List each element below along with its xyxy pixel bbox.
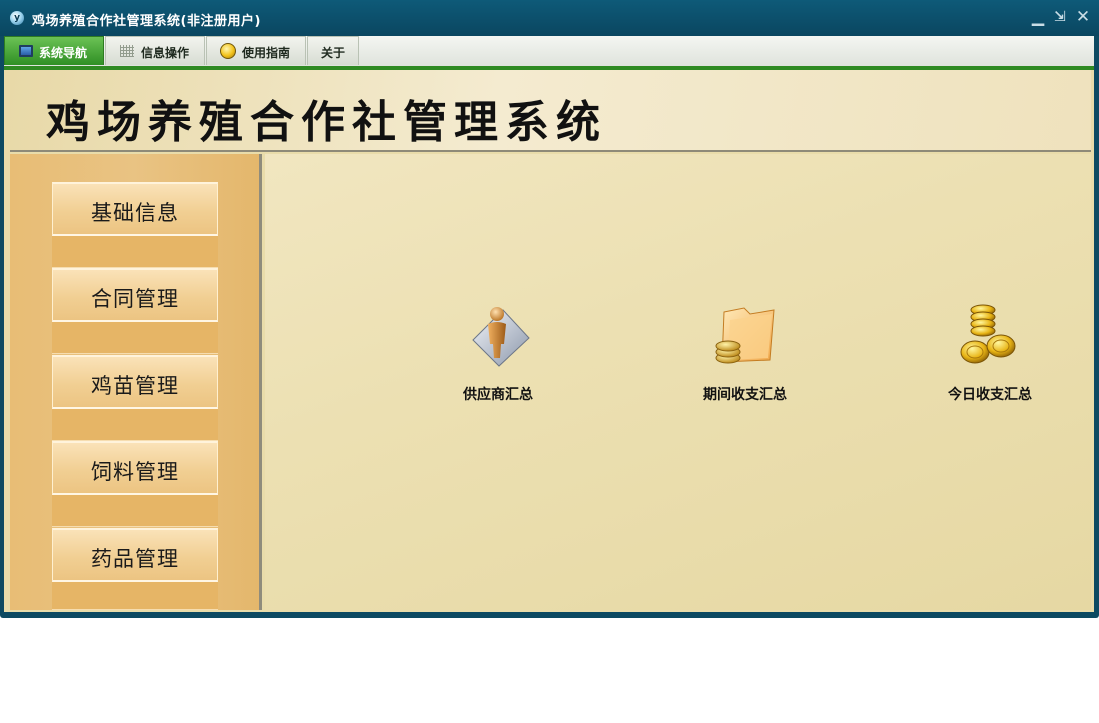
shortcut-label: 今日收支汇总 xyxy=(948,387,1032,403)
tab-system-navigation[interactable]: 系统导航 xyxy=(4,36,104,65)
sidebar-item-contract-management[interactable]: 合同管理 xyxy=(52,268,218,322)
shortcut-label: 供应商汇总 xyxy=(463,387,533,403)
gold-coins-icon xyxy=(955,300,1025,370)
period-income-expense-shortcut[interactable]: 期间收支汇总 xyxy=(670,300,810,410)
supplier-person-icon xyxy=(463,300,533,370)
monitor-icon xyxy=(19,45,33,57)
banner-title: 鸡场养殖合作社管理系统 xyxy=(46,97,607,148)
sidebar-item-basic-info[interactable]: 基础信息 xyxy=(52,182,218,236)
sidebar: 基础信息 合同管理 鸡苗管理 饲料管理 药品管理 xyxy=(10,154,262,610)
window-title: 鸡场养殖合作社管理系统(非注册用户) xyxy=(32,14,261,29)
shortcut-panel: 供应商汇总 期间收支汇总 今日收支汇总 xyxy=(265,154,1091,610)
tab-user-guide[interactable]: 使用指南 xyxy=(206,36,306,65)
tab-label: 信息操作 xyxy=(141,46,190,60)
sidebar-item-chick-management[interactable]: 鸡苗管理 xyxy=(52,355,218,409)
window-bottom-border xyxy=(4,612,1094,615)
title-bar[interactable]: y 鸡场养殖合作社管理系统(非注册用户) ▁ ⇲ ✕ xyxy=(0,0,1099,36)
tab-label: 关于 xyxy=(321,46,346,60)
sidebar-item-label: 合同管理 xyxy=(91,287,179,311)
coin-icon xyxy=(220,43,236,59)
sidebar-spacer xyxy=(52,409,218,441)
tab-label: 使用指南 xyxy=(242,46,291,60)
tab-about[interactable]: 关于 xyxy=(307,36,359,65)
sidebar-item-label: 基础信息 xyxy=(91,201,179,225)
main-content: 鸡场养殖合作社管理系统 基础信息 合同管理 鸡苗管理 饲料管理 药品管理 供应商… xyxy=(4,70,1094,612)
minimize-button[interactable]: ▁ xyxy=(1030,9,1046,25)
banner: 鸡场养殖合作社管理系统 xyxy=(10,70,1091,152)
sidebar-item-medicine-management[interactable]: 药品管理 xyxy=(52,528,218,582)
app-logo-icon: y xyxy=(10,11,24,25)
grid-icon xyxy=(120,45,134,57)
supplier-summary-shortcut[interactable]: 供应商汇总 xyxy=(423,300,563,410)
sidebar-spacer xyxy=(52,236,218,268)
shortcut-label: 期间收支汇总 xyxy=(703,387,787,403)
sidebar-item-label: 饲料管理 xyxy=(91,460,179,484)
menu-bar: 系统导航 信息操作 使用指南 关于 xyxy=(4,36,1094,66)
sidebar-spacer xyxy=(52,495,218,527)
today-income-expense-shortcut[interactable]: 今日收支汇总 xyxy=(915,300,1055,410)
app-window: y 鸡场养殖合作社管理系统(非注册用户) ▁ ⇲ ✕ 系统导航 信息操作 使用指… xyxy=(0,0,1099,618)
tab-info-operations[interactable]: 信息操作 xyxy=(105,36,205,65)
sidebar-spacer xyxy=(52,322,218,354)
sidebar-item-label: 鸡苗管理 xyxy=(91,374,179,398)
tab-label: 系统导航 xyxy=(39,46,88,60)
restore-button[interactable]: ⇲ xyxy=(1052,9,1068,25)
sidebar-item-label: 药品管理 xyxy=(91,547,179,571)
sidebar-item-feed-management[interactable]: 饲料管理 xyxy=(52,441,218,495)
sidebar-spacer xyxy=(52,582,218,610)
close-button[interactable]: ✕ xyxy=(1075,9,1091,26)
folder-coins-icon xyxy=(710,300,780,370)
